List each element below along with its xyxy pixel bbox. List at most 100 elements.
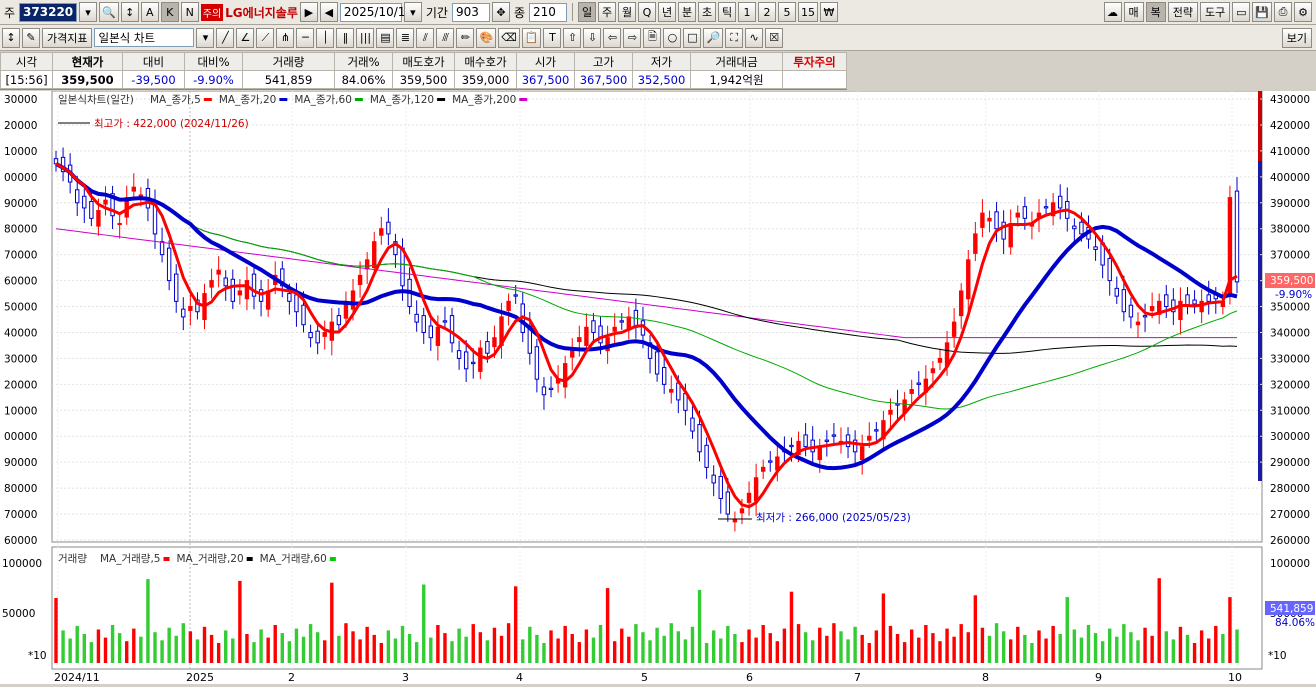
view-button[interactable]: 보기 [1281, 27, 1312, 48]
volume-bar [1065, 597, 1069, 663]
indicator-button[interactable]: 가격지표 [42, 27, 93, 48]
channel-icon[interactable]: ⫽ [416, 27, 435, 48]
volume-bar [1093, 633, 1098, 663]
volume-bar [1150, 635, 1154, 663]
volume-bar [1023, 634, 1027, 663]
quote-header: 저가 [632, 52, 691, 71]
stock-dropdown-button[interactable]: ▾ [79, 2, 98, 22]
search-icon[interactable]: 🔍 [99, 2, 119, 22]
legend-label: MA_종가,120 [370, 94, 434, 106]
quote-value: -9.90% [184, 70, 243, 89]
strategy-button[interactable]: 전략 [1167, 2, 1199, 22]
rectangle-icon[interactable]: □ [683, 27, 702, 48]
fan-icon[interactable]: ⋔ [276, 27, 295, 48]
parallel-icon[interactable]: ⫻ [436, 27, 455, 48]
period-quarter[interactable]: Q [638, 2, 656, 22]
stock-code-input[interactable]: 373220 [19, 2, 78, 22]
price-axis-label-left: 00000 [4, 172, 37, 184]
print-icon[interactable]: ⎙ [1274, 2, 1292, 22]
price-axis-label-left: 30000 [4, 353, 37, 365]
period-year[interactable]: 년 [658, 2, 676, 22]
delete-drawing-icon[interactable]: ☒ [765, 27, 784, 48]
period-month[interactable]: 월 [618, 2, 636, 22]
circle-icon[interactable]: ○ [663, 27, 682, 48]
candlestick-chart[interactable]: 4300003000042000020000410000100004000000… [0, 90, 1316, 684]
horizontal-line-icon[interactable]: ─ [296, 27, 315, 48]
won-icon[interactable]: ₩ [820, 2, 838, 22]
volume-bar [174, 635, 178, 663]
period-2[interactable]: 2 [758, 2, 776, 22]
volume-bar [82, 634, 86, 663]
arrow-up-icon[interactable]: ⇧ [563, 27, 582, 48]
arrow-down-icon[interactable]: ⇩ [583, 27, 602, 48]
sort-icon[interactable]: ↕ [120, 2, 139, 22]
chart-type-dropdown[interactable]: ▾ [196, 27, 215, 48]
vertical-arrows-icon[interactable]: ↕ [2, 27, 20, 48]
x-axis-label: 2025 [186, 671, 214, 684]
candle-body [732, 518, 738, 523]
zoom-icon[interactable]: 🔎 [703, 27, 724, 48]
candle-body [322, 331, 327, 337]
pencil-icon[interactable]: ✏ [456, 27, 475, 48]
period-minute[interactable]: 분 [678, 2, 696, 22]
legend-label: MA_종가,200 [452, 94, 516, 106]
clipboard-icon[interactable]: 📋 [521, 27, 542, 48]
eraser-icon[interactable]: ⌫ [498, 27, 520, 48]
period-15[interactable]: 15 [798, 2, 818, 22]
fit-icon[interactable]: ⛶ [725, 27, 744, 48]
volume-bar [259, 629, 263, 663]
ab-a-button[interactable]: A [140, 2, 159, 22]
arrow-left-icon[interactable]: ⇦ [603, 27, 622, 48]
quote-value: 367,500 [516, 70, 575, 89]
ab-n-button[interactable]: N [180, 2, 199, 22]
cloud-icon[interactable]: ☁ [1103, 2, 1122, 22]
cycle-lines-icon[interactable]: ‖ [336, 27, 355, 48]
angle-icon[interactable]: ∠ [236, 27, 255, 48]
grid-lines-icon[interactable]: ||| [356, 27, 375, 48]
vertical-line-icon[interactable]: │ [316, 27, 335, 48]
crosshair-icon[interactable]: ✥ [491, 2, 510, 22]
period-5[interactable]: 5 [778, 2, 796, 22]
document-icon[interactable]: 🗎 [643, 27, 662, 48]
volume-bar [358, 639, 362, 663]
prev-stock-button[interactable]: ◀ [319, 2, 338, 22]
candle-body [1149, 306, 1155, 311]
period-week[interactable]: 주 [598, 2, 616, 22]
candle-body [96, 210, 101, 227]
period-input[interactable]: 903 [451, 2, 490, 22]
ray-icon[interactable]: ⟋ [256, 27, 275, 48]
table-icon[interactable]: ▤ [376, 27, 395, 48]
chart-type-select[interactable]: 일본식 차트 [94, 28, 195, 47]
chart-area[interactable]: 430000 30000 420000 20000 410000 10000 400000 0… [0, 90, 1316, 684]
text-icon[interactable]: T [543, 27, 562, 48]
tools-button[interactable]: 도구 [1200, 2, 1231, 22]
period-day[interactable]: 일 [578, 2, 596, 22]
fibonacci-icon[interactable]: ≣ [396, 27, 415, 48]
volume-bar [1214, 625, 1218, 663]
open-icon[interactable]: ▭ [1232, 2, 1251, 22]
trendline-icon[interactable]: ╱ [216, 27, 235, 48]
settings-icon[interactable]: ⚙ [1294, 2, 1312, 22]
volume-bar [641, 632, 645, 663]
period-tick[interactable]: 틱 [718, 2, 736, 22]
duplicate-button[interactable]: 복 [1145, 2, 1166, 22]
buy-button[interactable]: 매 [1123, 2, 1144, 22]
ab-k-button[interactable]: K [160, 2, 179, 22]
volume-bar [1171, 639, 1176, 663]
count-input[interactable]: 210 [529, 2, 567, 22]
wave-icon[interactable]: ∿ [745, 27, 764, 48]
edit-icon[interactable]: ✎ [22, 27, 40, 48]
next-stock-button[interactable]: ▶ [299, 2, 318, 22]
date-dropdown-button[interactable]: ▾ [403, 2, 422, 22]
candle-body [166, 247, 172, 282]
volume-bar [224, 630, 228, 663]
volume-bar [620, 628, 624, 663]
date-input[interactable]: 2025/10/10 [339, 2, 413, 22]
period-1[interactable]: 1 [738, 2, 756, 22]
candle-body [619, 320, 624, 323]
period-second[interactable]: 초 [698, 2, 716, 22]
save-icon[interactable]: 💾 [1252, 2, 1272, 22]
quote-value: [15:56] [0, 70, 53, 89]
color-icon[interactable]: 🎨 [476, 27, 497, 48]
arrow-right-icon[interactable]: ⇨ [623, 27, 642, 48]
